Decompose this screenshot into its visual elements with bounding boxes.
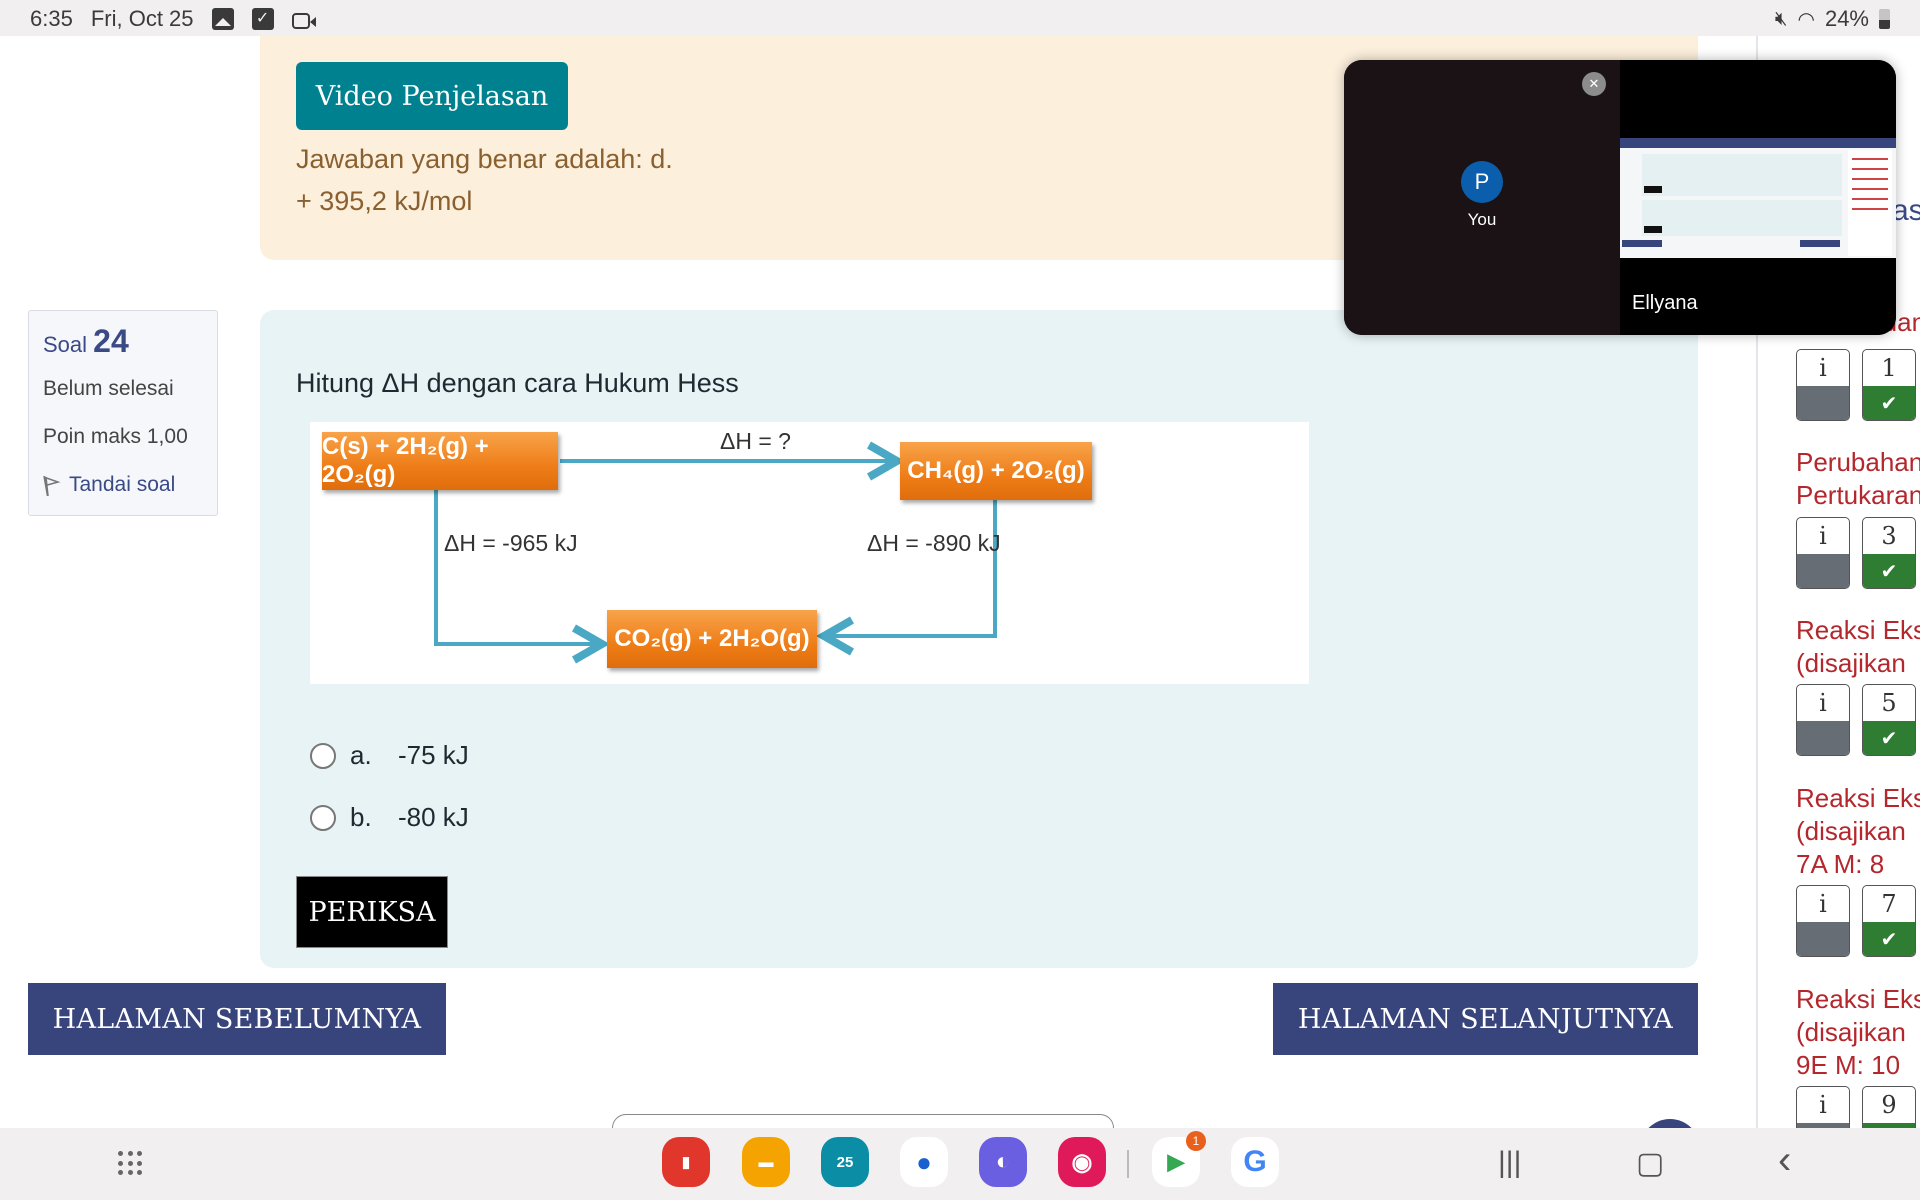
screen-share-preview (1620, 138, 1896, 258)
question-number: Soal 24 (43, 323, 129, 360)
check-icon: ✔ (1863, 386, 1915, 420)
nav-tile-info[interactable]: i (1796, 1086, 1850, 1128)
section-title: Reaksi Eks (disajikan 9E M: 10 (1796, 984, 1920, 1080)
radio-button[interactable] (310, 742, 336, 769)
google-icon[interactable]: G (1231, 1137, 1279, 1187)
nav-tile-info[interactable]: i (1796, 684, 1850, 756)
jump-to-select[interactable] (612, 1114, 1114, 1128)
nav-tile-info[interactable]: i (1796, 885, 1850, 957)
dh-right-label: ΔH = -890 kJ (867, 530, 1001, 556)
arrow-left (434, 480, 598, 644)
radio-button[interactable] (310, 804, 336, 831)
check-icon: ✔ (1863, 922, 1915, 956)
floating-action-button[interactable] (1640, 1119, 1700, 1128)
intermediate-box: CH₄(g) + 2O₂(g) (900, 442, 1092, 500)
self-label: You (1467, 210, 1497, 229)
check-icon: ✔ (1863, 554, 1915, 588)
question-number-value: 24 (93, 323, 129, 359)
nav-tile-question[interactable]: 7 ✔ (1862, 885, 1916, 957)
status-bar: 6:35 Fri, Oct 25 ✓ 🔇︎ ◠ 24% (0, 0, 1920, 36)
screen-share-tile[interactable]: Ellyana +1 (1620, 60, 1896, 335)
wifi-icon: ◠ (1797, 8, 1815, 31)
samsung-notes-icon[interactable]: ▮ (662, 1137, 710, 1187)
notification-badge: 1 (1186, 1131, 1206, 1151)
nav-tile-question[interactable]: 5 ✔ (1862, 684, 1916, 756)
check-icon: ✔ (1863, 721, 1915, 755)
answer-option-a[interactable]: a. -75 kJ (310, 740, 469, 771)
reactants-box: C(s) + 2H₂(g) + 2O₂(g) (322, 432, 558, 490)
option-letter: a. (350, 740, 372, 770)
samsung-internet-icon[interactable]: ◐ (979, 1137, 1027, 1187)
google-meet-icon[interactable]: ▶ 1 (1152, 1131, 1206, 1187)
hess-law-diagram: C(s) + 2H₂(g) + 2O₂(g) CH₄(g) + 2O₂(g) C… (310, 422, 1309, 684)
flag-question-link[interactable]: Tandai soal (43, 473, 175, 497)
sidebar-header-partial: as (1892, 194, 1920, 227)
option-text: -75 kJ (398, 740, 469, 770)
gallery-icon (211, 8, 234, 30)
flag-question-label: Tandai soal (69, 473, 176, 496)
flag-icon (43, 474, 61, 497)
check-button[interactable]: PERIKSA (296, 876, 448, 948)
question-text: Hitung ΔH dengan cara Hukum Hess (296, 368, 739, 398)
mute-icon: 🔇︎ (1774, 7, 1788, 30)
dh-unknown-label: ΔH = ? (720, 428, 791, 454)
checkbox-task-icon: ✓ (251, 8, 274, 30)
answer-option-b[interactable]: b. -80 kJ (310, 802, 469, 833)
taskbar: ▮ ▬ 25 ● ◐ ◉ ▶ 1 G ||| ▢ ‹ (0, 1128, 1920, 1200)
home-button[interactable]: ▢ (1636, 1146, 1664, 1181)
products-box: CO₂(g) + 2H₂O(g) (607, 610, 817, 668)
option-text: -80 kJ (398, 802, 469, 832)
question-label: Soal (43, 332, 88, 357)
presenter-name: Ellyana (1632, 292, 1698, 314)
video-explanation-button[interactable]: Video Penjelasan (296, 62, 568, 130)
max-points: Poin maks 1,00 (43, 425, 188, 448)
nav-tile-info[interactable]: i (1796, 517, 1850, 589)
next-page-button[interactable]: HALAMAN SELANJUTNYA (1273, 983, 1698, 1055)
taskbar-divider (1127, 1150, 1129, 1178)
dh-left-label: ΔH = -965 kJ (444, 530, 578, 556)
back-button[interactable]: ‹ (1778, 1138, 1791, 1183)
avatar: P (1461, 161, 1503, 203)
app-drawer-icon[interactable] (118, 1151, 144, 1177)
messages-icon[interactable]: ● (900, 1137, 948, 1187)
battery-percent: 24% (1824, 6, 1869, 31)
option-letter: b. (350, 802, 372, 832)
self-video-tile[interactable]: ✕ P You (1344, 60, 1620, 335)
section-title: Perubahan Pertukaran (1796, 447, 1920, 510)
my-files-icon[interactable]: ▬ (742, 1137, 790, 1187)
clock: 6:35 (30, 6, 73, 31)
nav-tile-question[interactable]: 1 ✔ (1862, 349, 1916, 421)
battery-icon (1879, 9, 1890, 29)
nav-tile-info[interactable]: i (1796, 349, 1850, 421)
nav-tile-question[interactable]: 9 (1862, 1086, 1916, 1128)
camera-icon[interactable]: ◉ (1058, 1137, 1106, 1187)
section-title: Reaksi Eks (disajikan 7A M: 8 (1796, 783, 1920, 879)
video-camera-icon (291, 12, 316, 29)
calendar-icon[interactable]: 25 (821, 1137, 869, 1187)
question-info: Soal 24 Belum selesai Poin maks 1,00 Tan… (28, 310, 218, 516)
nav-tile-question[interactable]: 3 ✔ (1862, 517, 1916, 589)
correct-answer-value: + 395,2 kJ/mol (296, 186, 473, 216)
video-call-overlay[interactable]: ✕ P You Ellyana +1 (1344, 60, 1896, 335)
previous-page-button[interactable]: HALAMAN SEBELUMNYA (28, 983, 446, 1055)
mic-off-icon: ✕ (1582, 72, 1606, 96)
date: Fri, Oct 25 (90, 6, 194, 31)
section-title: Reaksi Eks (disajikan (1796, 615, 1920, 678)
question-panel: Hitung ΔH dengan cara Hukum Hess C(s) + … (260, 310, 1698, 968)
arrow-right (828, 490, 997, 636)
correct-answer-label: Jawaban yang benar adalah: d. (296, 144, 673, 174)
recents-button[interactable]: ||| (1498, 1146, 1521, 1180)
question-status: Belum selesai (43, 377, 174, 400)
